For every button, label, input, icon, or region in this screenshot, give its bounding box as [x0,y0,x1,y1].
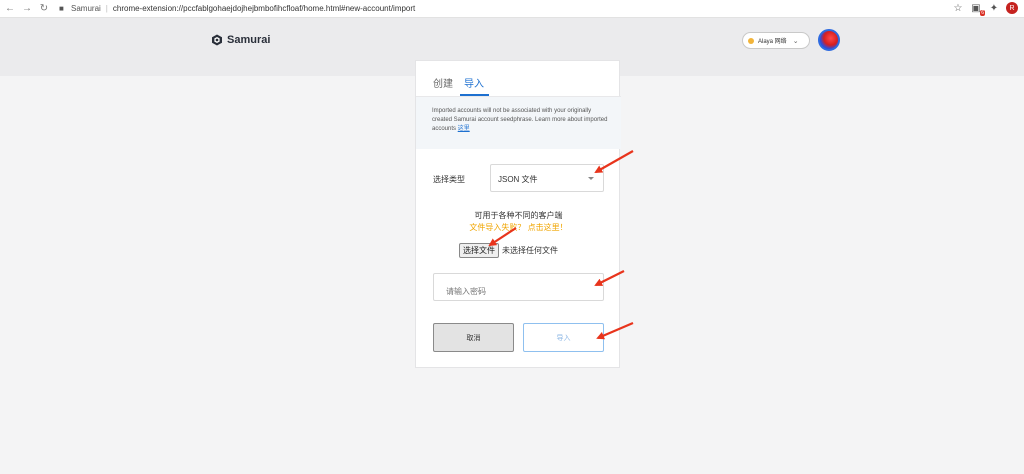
choose-file-button[interactable]: 选择文件 [459,243,499,258]
browser-actions: ☆ ▣ 6 ✦ R [952,2,1018,16]
account-avatar[interactable] [818,29,840,51]
network-label: Alaya 网络 [758,39,787,45]
client-hint: 可用于各种不同的客户端 [474,211,563,220]
puzzle-icon: ■ [59,4,64,13]
import-type-value: JSON 文件 [498,175,538,184]
tab-title: Samurai [71,4,101,13]
address-separator: | [105,4,108,13]
import-account-card: 创建 导入 Imported accounts will not be asso… [415,60,621,368]
extension-badge: 6 [980,10,985,16]
extension-icon[interactable]: ▣ 6 [970,2,985,16]
samurai-logo-icon [212,34,222,46]
tab-import[interactable]: 导入 [464,75,484,90]
star-icon[interactable]: ☆ [952,2,964,14]
file-status: 未选择任何文件 [502,246,558,255]
type-label: 选择类型 [433,175,465,184]
profile-avatar[interactable]: R [1006,2,1018,14]
import-failed-link[interactable]: 文件导入失败？ 点击这里！ [416,222,621,233]
network-selector[interactable]: Alaya 网络 ⌄ [742,32,810,49]
browser-toolbar: ← → ↻ ■ Samurai | chrome-extension://pcc… [0,0,1024,18]
import-type-select[interactable]: JSON 文件 [490,164,604,192]
url-text[interactable]: chrome-extension://pccfablgohaejdojhejbm… [113,4,415,13]
import-notice: Imported accounts will not be associated… [416,97,621,149]
back-icon[interactable]: ← [3,2,17,16]
caret-down-icon [588,177,594,180]
samurai-logo: Samurai [211,34,270,46]
chevron-down-icon: ⌄ [792,37,799,45]
import-button[interactable]: 导入 [523,323,604,352]
file-picker: 选择文件 未选择任何文件 [459,243,558,258]
reload-icon[interactable]: ↻ [37,2,51,16]
forward-icon[interactable]: → [20,2,34,16]
network-status-dot [748,37,754,44]
account-tabs: 创建 导入 [416,61,621,97]
tab-create[interactable]: 创建 [433,75,453,90]
cancel-button[interactable]: 取消 [433,323,514,352]
learn-more-link[interactable]: 这里 [458,126,470,132]
address-bar[interactable]: ■ Samurai | chrome-extension://pccfablgo… [59,2,415,16]
app-name: Samurai [227,34,271,46]
extensions-puzzle-icon[interactable]: ✦ [988,2,1000,14]
active-tab-indicator [460,94,489,96]
password-input[interactable] [433,273,604,301]
